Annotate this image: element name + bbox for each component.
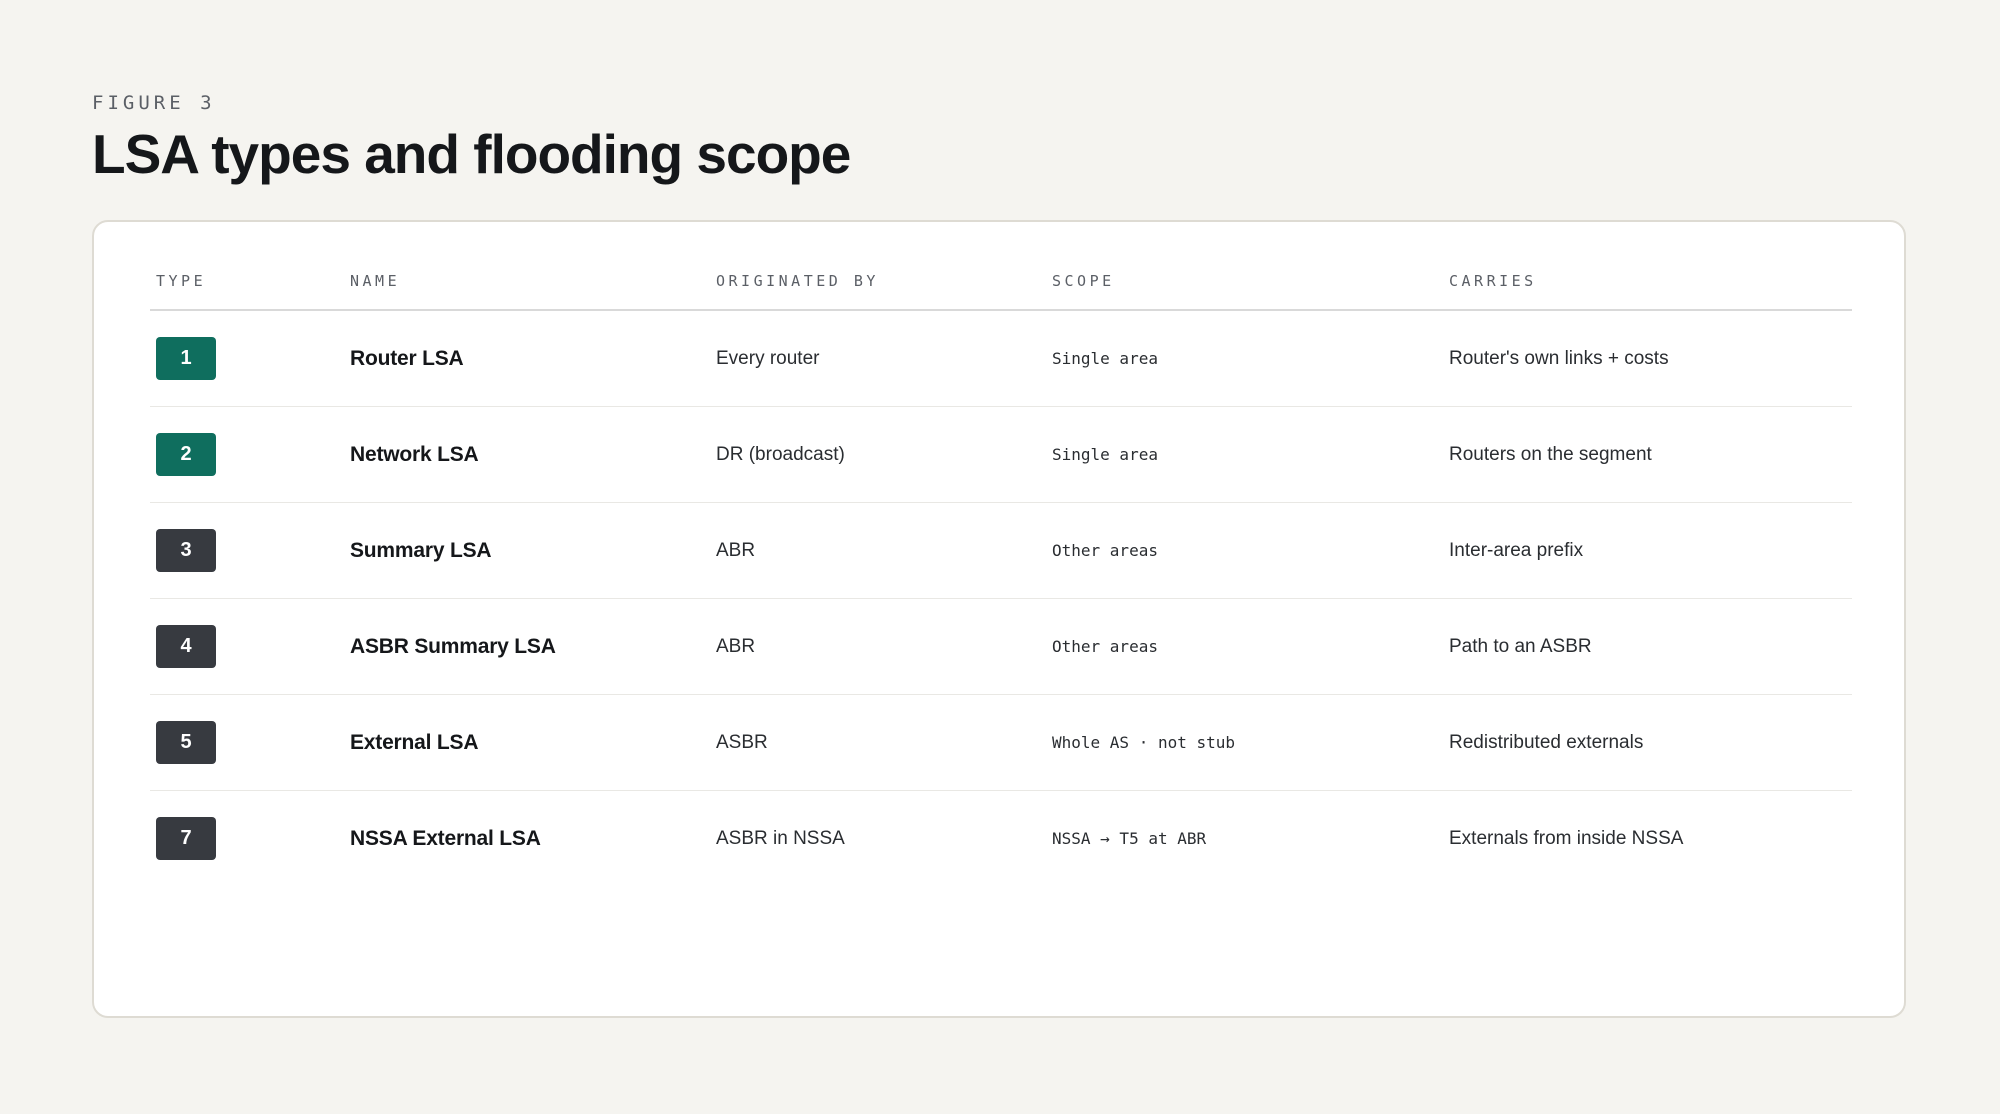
originated-by: Every router — [716, 348, 820, 369]
lsa-carries: Externals from inside NSSA — [1449, 828, 1684, 849]
header-scope: SCOPE — [1052, 272, 1115, 290]
lsa-carries: Path to an ASBR — [1449, 636, 1592, 657]
lsa-name: Summary LSA — [350, 539, 492, 562]
flooding-scope: Other areas — [1052, 637, 1158, 656]
table-header: TYPE NAME ORIGINATED BY SCOPE CARRIES — [150, 222, 1852, 311]
lsa-name: ASBR Summary LSA — [350, 635, 556, 658]
table-card: TYPE NAME ORIGINATED BY SCOPE CARRIES 1 … — [92, 220, 1906, 1018]
table-row: 3 Summary LSA ABR Other areas Inter-area… — [150, 503, 1852, 599]
type-badge: 2 — [156, 433, 216, 476]
type-badge: 1 — [156, 337, 216, 380]
header-carries: CARRIES — [1449, 272, 1537, 290]
lsa-name: NSSA External LSA — [350, 827, 541, 850]
originated-by: DR (broadcast) — [716, 444, 845, 465]
flooding-scope: NSSA → T5 at ABR — [1052, 829, 1207, 848]
flooding-scope: Other areas — [1052, 541, 1158, 560]
type-badge: 3 — [156, 529, 216, 572]
lsa-carries: Redistributed externals — [1449, 732, 1644, 753]
table-row: 4 ASBR Summary LSA ABR Other areas Path … — [150, 599, 1852, 695]
flooding-scope: Whole AS · not stub — [1052, 733, 1236, 752]
figure-title: LSA types and flooding scope — [92, 123, 851, 185]
originated-by: ABR — [716, 636, 756, 657]
table-row: 7 NSSA External LSA ASBR in NSSA NSSA → … — [150, 791, 1852, 886]
table-row: 5 External LSA ASBR Whole AS · not stub … — [150, 695, 1852, 791]
table-row: 1 Router LSA Every router Single area Ro… — [150, 311, 1852, 407]
originated-by: ASBR in NSSA — [716, 828, 845, 849]
type-badge: 7 — [156, 817, 216, 860]
figure-eyebrow: FIGURE 3 — [92, 92, 216, 114]
header-type: TYPE — [156, 272, 207, 290]
flooding-scope: Single area — [1052, 445, 1158, 464]
lsa-table: TYPE NAME ORIGINATED BY SCOPE CARRIES 1 … — [150, 222, 1852, 886]
lsa-name: Router LSA — [350, 347, 464, 370]
lsa-name: Network LSA — [350, 443, 479, 466]
lsa-carries: Inter-area prefix — [1449, 540, 1584, 561]
lsa-name: External LSA — [350, 731, 479, 754]
type-badge: 4 — [156, 625, 216, 668]
table-row: 2 Network LSA DR (broadcast) Single area… — [150, 407, 1852, 503]
type-badge: 5 — [156, 721, 216, 764]
lsa-carries: Router's own links + costs — [1449, 348, 1669, 369]
originated-by: ASBR — [716, 732, 768, 753]
originated-by: ABR — [716, 540, 756, 561]
header-name: NAME — [350, 272, 401, 290]
header-originated-by: ORIGINATED BY — [716, 272, 879, 290]
lsa-carries: Routers on the segment — [1449, 444, 1652, 465]
flooding-scope: Single area — [1052, 349, 1158, 368]
